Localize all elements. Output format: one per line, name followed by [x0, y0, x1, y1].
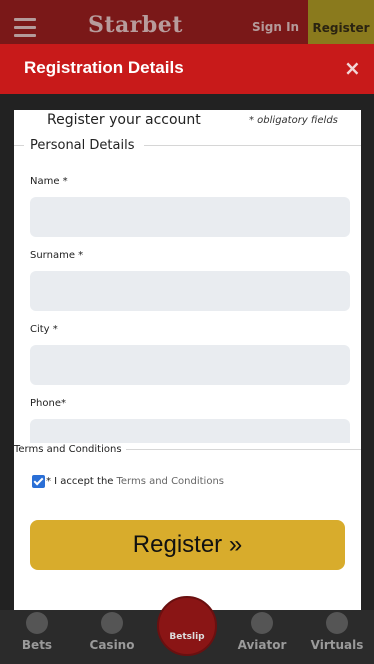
accept-terms-text: * I accept the	[46, 476, 114, 487]
personal-details-legend: Personal Details	[30, 138, 135, 153]
city-label: City *	[30, 324, 58, 335]
city-input[interactable]	[30, 345, 350, 385]
nav-bets[interactable]: Bets	[7, 610, 67, 652]
nav-aviator[interactable]: Aviator	[232, 610, 292, 652]
surname-input[interactable]	[30, 271, 350, 311]
virtuals-icon	[326, 612, 348, 634]
phone-label: Phone*	[30, 398, 66, 409]
name-label: Name *	[30, 176, 68, 187]
accept-terms-checkbox[interactable]	[32, 475, 45, 488]
terms-legend: Terms and Conditions	[14, 444, 126, 455]
airplane-icon	[251, 612, 273, 634]
sign-in-link[interactable]: Sign In	[252, 20, 299, 34]
nav-virtuals[interactable]: Virtuals	[307, 610, 367, 652]
modal-header: Registration Details ×	[0, 44, 374, 94]
accept-terms-row: * I accept the Terms and Conditions	[32, 475, 224, 488]
casino-chip-icon	[101, 612, 123, 634]
obligatory-note: * obligatory fields	[249, 115, 338, 126]
hamburger-menu-icon[interactable]	[14, 18, 36, 37]
bets-icon	[26, 612, 48, 634]
registration-form: Register your account * obligatory field…	[14, 110, 361, 654]
close-icon[interactable]: ×	[344, 58, 361, 78]
register-submit-button[interactable]: Register »	[30, 520, 345, 570]
betslip-button[interactable]: Betslip	[157, 596, 217, 656]
registration-modal: Registration Details × Register your acc…	[0, 44, 374, 654]
phone-input[interactable]	[30, 419, 350, 443]
surname-label: Surname *	[30, 250, 84, 261]
form-title: Register your account	[47, 112, 201, 128]
betslip-label: Betslip	[169, 632, 205, 642]
terms-link[interactable]: Terms and Conditions	[116, 476, 224, 487]
nav-casino[interactable]: Casino	[82, 610, 142, 652]
form-scroll-area[interactable]: Name * Surname * City * Phone*	[14, 160, 361, 443]
modal-title: Registration Details	[24, 58, 184, 77]
brand-logo[interactable]: Starbet	[88, 12, 183, 38]
name-input[interactable]	[30, 197, 350, 237]
